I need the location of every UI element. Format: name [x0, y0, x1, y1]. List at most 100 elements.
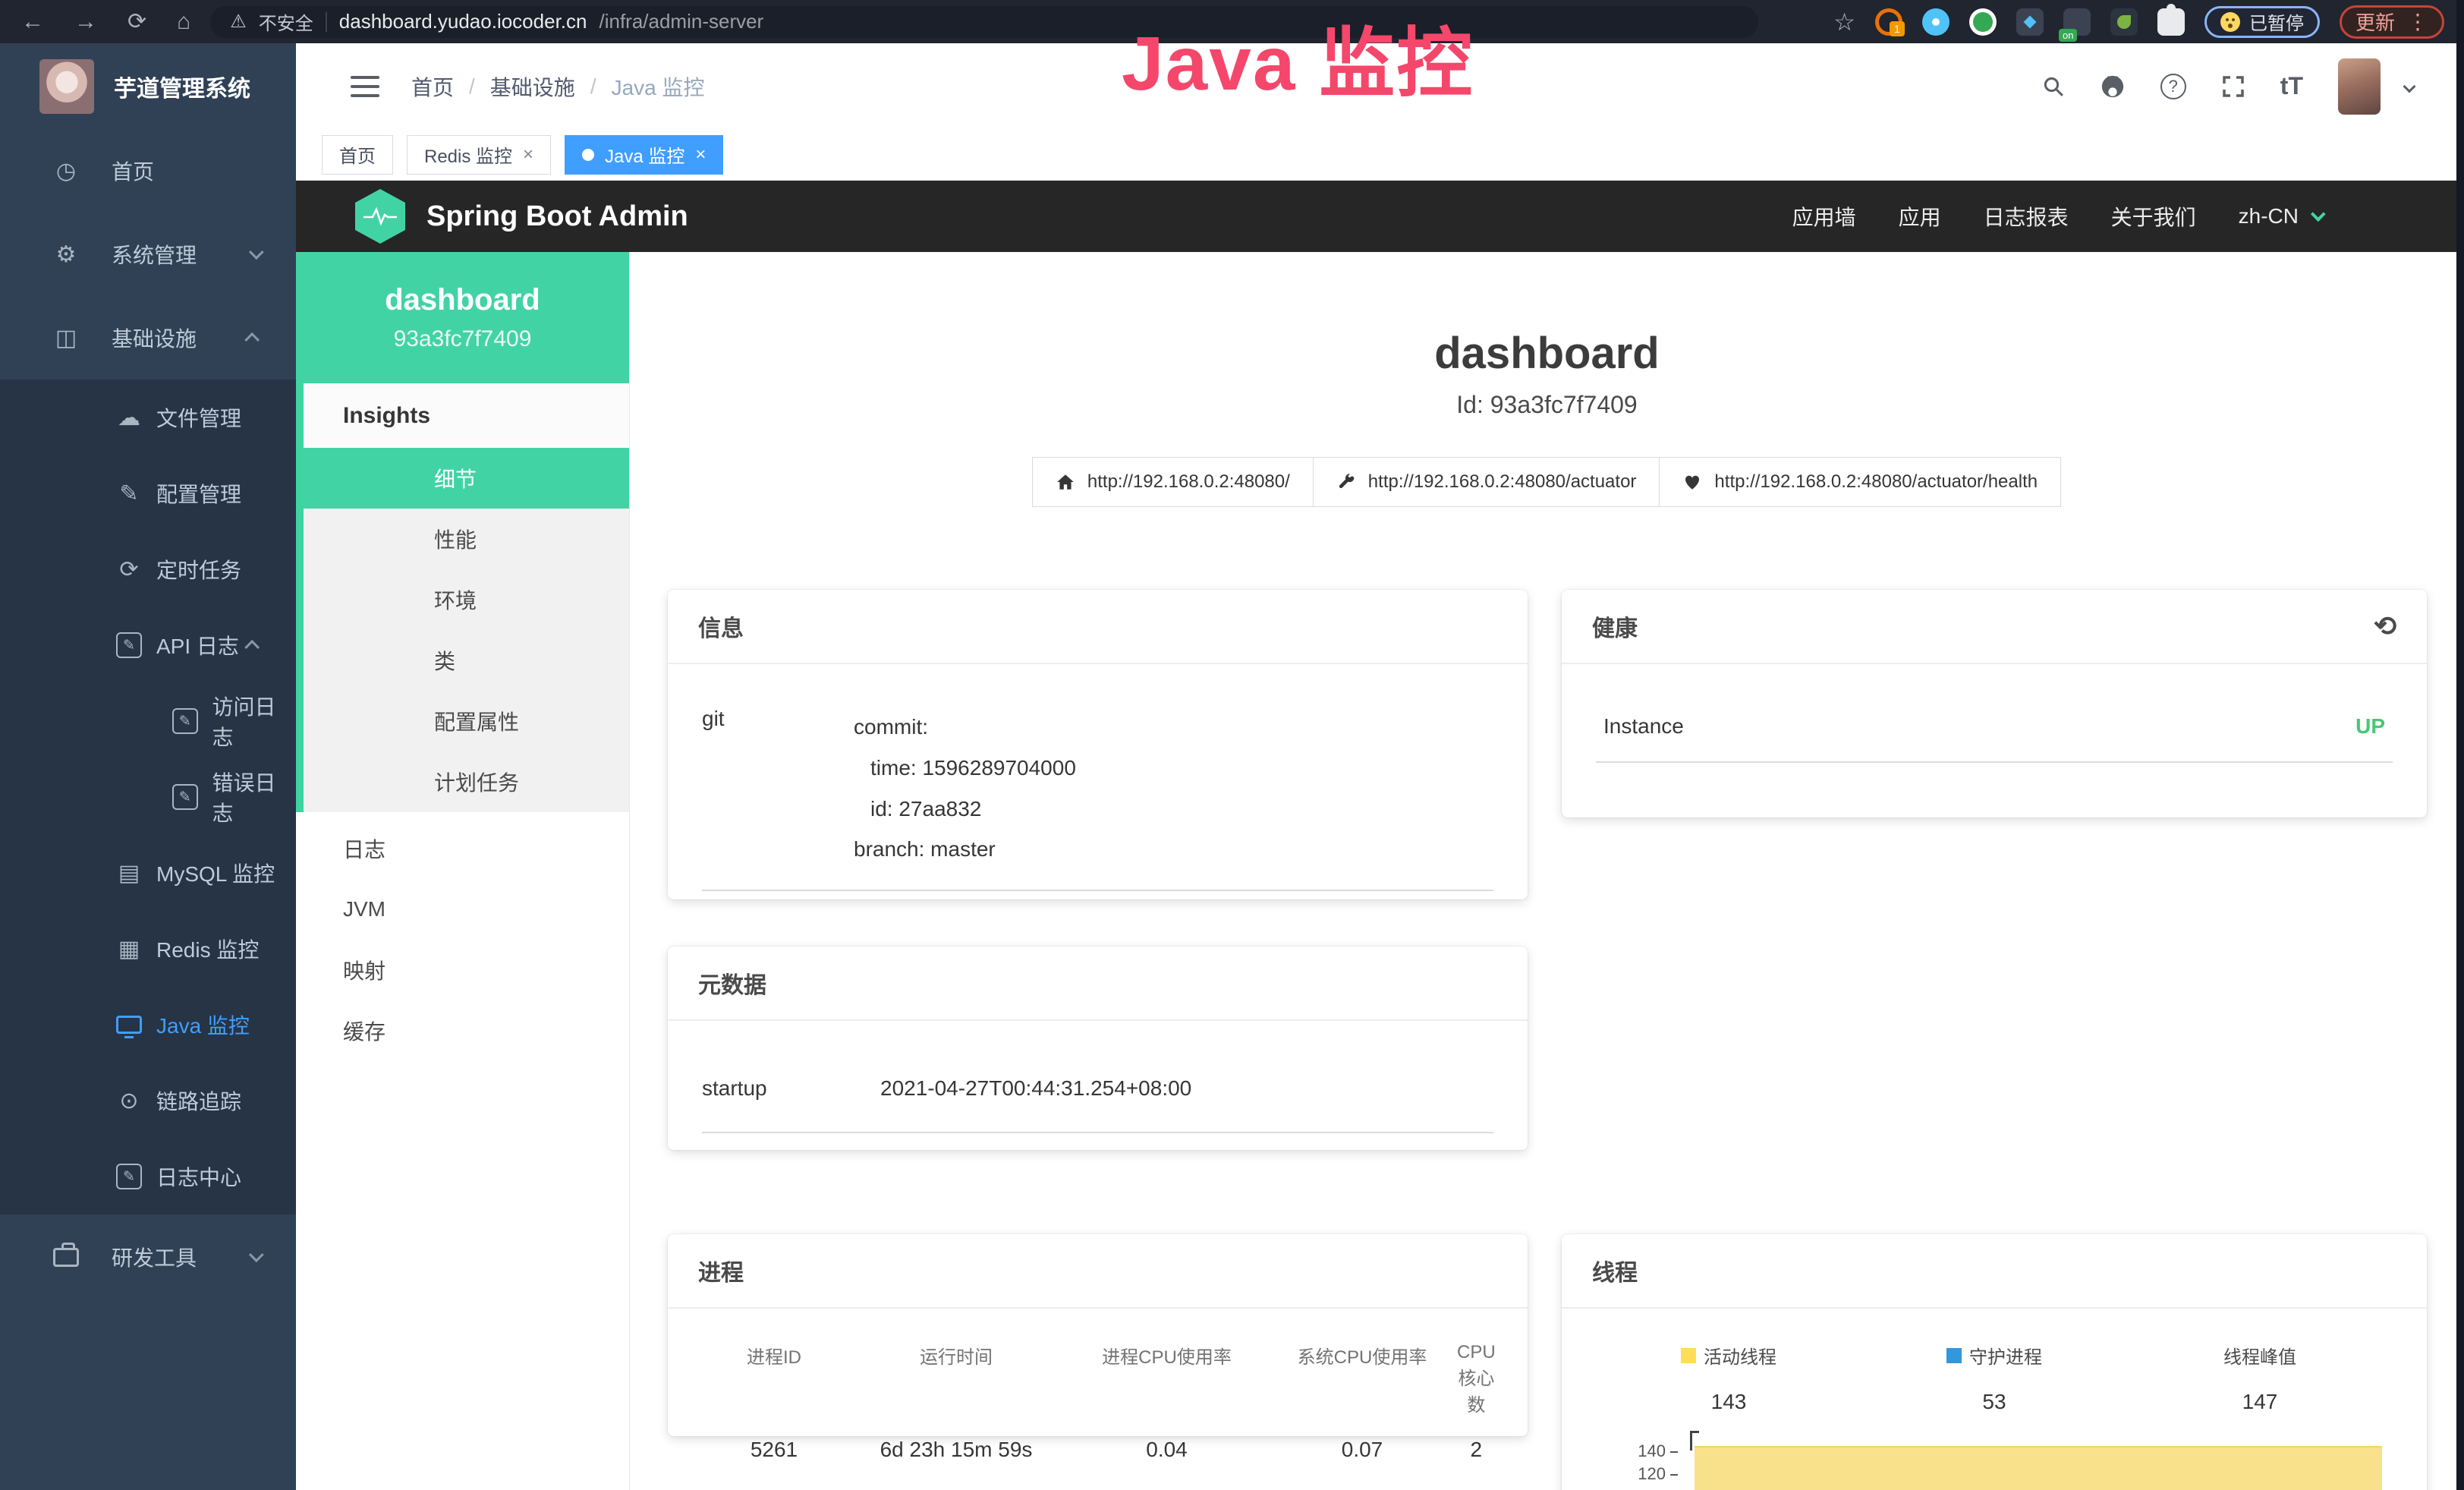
chevron-down-icon[interactable]: [2403, 80, 2416, 93]
search-icon[interactable]: [2042, 75, 2065, 98]
home-icon: [1056, 472, 1075, 492]
infrastructure-submenu: ☁ 文件管理 ✎ 配置管理 ⟳ 定时任务 ✎ API 日志 ✎ 访问日志 ✎: [0, 380, 296, 1214]
sidebar-item-trace[interactable]: ⊙ 链路追踪: [0, 1063, 296, 1139]
sidebar-item-redis[interactable]: ▦ Redis 监控: [0, 911, 296, 987]
menu-item-details[interactable]: 细节: [304, 448, 629, 509]
update-button[interactable]: 更新 ⋮: [2340, 5, 2444, 39]
app-header: 首页 / 基础设施 / Java 监控 ? tT: [296, 43, 2456, 129]
extension-icon-grid[interactable]: [2016, 8, 2044, 36]
tab-redis-monitor[interactable]: Redis 监控 ×: [407, 135, 551, 175]
menu-item-config-props[interactable]: 配置属性: [304, 691, 629, 751]
sidebar-item-config[interactable]: ✎ 配置管理: [0, 455, 296, 531]
reload-icon[interactable]: ⟳: [127, 8, 146, 35]
process-table: 进程ID 运行时间 进程CPU使用率 系统CPU使用率 CPU核心数 5261 …: [702, 1331, 1493, 1462]
tab-java-monitor[interactable]: Java 监控 ×: [565, 135, 723, 175]
security-label[interactable]: 不安全: [259, 8, 313, 35]
chevron-down-icon: [249, 1247, 264, 1262]
menu-item-classes[interactable]: 类: [304, 630, 629, 691]
history-icon[interactable]: ⟲: [2374, 613, 2396, 640]
chevron-down-icon: [249, 244, 264, 260]
github-icon[interactable]: [2100, 74, 2126, 99]
instance-name: dashboard: [385, 283, 540, 317]
extensions-puzzle-icon[interactable]: [2157, 8, 2185, 36]
menu-item-logs[interactable]: 日志: [296, 818, 629, 879]
log-pencil-icon: ✎: [112, 1164, 146, 1189]
menu-item-metrics[interactable]: 性能: [304, 509, 629, 569]
sidebar-item-mysql[interactable]: ▤ MySQL 监控: [0, 835, 296, 911]
fullscreen-icon[interactable]: [2221, 74, 2245, 99]
breadcrumb-infra[interactable]: 基础设施: [490, 71, 575, 102]
edit-icon: ✎: [112, 480, 146, 507]
sidebar-item-job[interactable]: ⟳ 定时任务: [0, 531, 296, 607]
threads-card-title: 线程: [1592, 1254, 1638, 1287]
sidebar-item-devtools[interactable]: 研发工具: [0, 1214, 296, 1299]
bookmark-star-icon[interactable]: ☆: [1833, 8, 1855, 36]
insights-group: Insights 细节 性能 环境 类 配置属性 计划任务: [296, 383, 629, 812]
threads-legend: 活动线程 守护进程 线程峰值 143 53 147: [1596, 1331, 2393, 1414]
monitor-icon: [112, 1016, 146, 1034]
close-icon[interactable]: ×: [523, 144, 533, 165]
sba-brand-title[interactable]: Spring Boot Admin: [426, 200, 688, 233]
sba-nav-wallboard[interactable]: 应用墙: [1792, 201, 1856, 232]
hamburger-icon[interactable]: [351, 76, 379, 97]
address-bar[interactable]: ⚠ 不安全 dashboard.yudao.iocoder.cn/infra/a…: [210, 6, 1758, 38]
tab-home[interactable]: 首页: [322, 135, 393, 175]
sba-nav-about[interactable]: 关于我们: [2111, 201, 2196, 232]
legend-daemon-threads: 守护进程: [1861, 1342, 2127, 1369]
breadcrumb-home[interactable]: 首页: [411, 71, 454, 102]
chevron-up-icon: [244, 332, 260, 348]
sidebar-item-java-monitor[interactable]: Java 监控: [0, 987, 296, 1063]
active-dot-icon: [582, 149, 594, 161]
gear-icon: ⚙: [49, 241, 83, 268]
font-size-icon[interactable]: tT: [2280, 72, 2303, 100]
extension-icon-pin[interactable]: [1922, 8, 1949, 36]
log-pencil-icon: ✎: [112, 632, 146, 658]
instance-header[interactable]: dashboard 93a3fc7f7409: [296, 252, 629, 383]
menu-item-mappings[interactable]: 映射: [296, 940, 629, 1000]
extension-icon-leaf[interactable]: [2110, 8, 2138, 36]
health-url-link[interactable]: http://192.168.0.2:48080/actuator/health: [1659, 457, 2061, 507]
database-icon: ▤: [112, 860, 146, 887]
help-icon[interactable]: ?: [2160, 74, 2186, 99]
sidebar-item-infrastructure[interactable]: ◫ 基础设施: [0, 296, 296, 380]
legend-live-threads: 活动线程: [1596, 1342, 1861, 1369]
threads-card: 线程 活动线程 守护进程 线程峰值 143 53 1: [1562, 1234, 2427, 1490]
menu-item-caches[interactable]: 缓存: [296, 1000, 629, 1061]
sidebar-item-log-center[interactable]: ✎ 日志中心: [0, 1139, 296, 1214]
sba-nav-applications[interactable]: 应用: [1899, 201, 1941, 232]
menu-item-jvm[interactable]: JVM: [296, 879, 629, 940]
extension-icon-green-circle[interactable]: [1969, 8, 1997, 36]
avatar[interactable]: [2338, 58, 2381, 115]
metadata-card: 元数据 startup 2021-04-27T00:44:31.254+08:0…: [668, 947, 1528, 1150]
menu-item-environment[interactable]: 环境: [304, 569, 629, 630]
actuator-url-link[interactable]: http://192.168.0.2:48080/actuator: [1313, 457, 1660, 507]
extension-icon-orange[interactable]: 1: [1875, 8, 1902, 36]
service-url-link[interactable]: http://192.168.0.2:48080/: [1032, 457, 1314, 507]
kebab-menu-icon[interactable]: ⋮: [2407, 9, 2428, 34]
sba-nav-journal[interactable]: 日志报表: [1984, 201, 2069, 232]
sidebar-item-api-log[interactable]: ✎ API 日志: [0, 607, 296, 683]
instance-id: 93a3fc7f7409: [394, 326, 532, 352]
sidebar-item-system[interactable]: ⚙ 系统管理: [0, 213, 296, 296]
sba-navbar: Spring Boot Admin 应用墙 应用 日志报表 关于我们 zh-CN: [296, 181, 2456, 252]
menu-item-scheduled-tasks[interactable]: 计划任务: [304, 751, 629, 812]
close-icon[interactable]: ×: [695, 144, 706, 165]
browser-chrome: ← → ⟳ ⌂ ⚠ 不安全 dashboard.yudao.iocoder.cn…: [0, 0, 2464, 43]
extension-icon-switch[interactable]: on: [2063, 8, 2091, 36]
app-logo-row[interactable]: 芋道管理系统: [0, 43, 296, 129]
breadcrumb: 首页 / 基础设施 / Java 监控: [411, 71, 705, 102]
timer-icon: ⟳: [112, 556, 146, 583]
git-info-row: git commit: time: 1596289704000 id: 27aa…: [702, 687, 1493, 891]
layers-icon: ▦: [112, 936, 146, 962]
home-icon[interactable]: ⌂: [177, 9, 190, 35]
sidebar-item-home[interactable]: ◷ 首页: [0, 129, 296, 213]
locale-select[interactable]: zh-CN: [2239, 204, 2321, 228]
sidebar-item-error-log[interactable]: ✎ 错误日志: [0, 759, 296, 835]
sba-logo-icon: [355, 189, 405, 244]
forward-icon[interactable]: →: [74, 9, 97, 35]
sidebar-item-file[interactable]: ☁ 文件管理: [0, 380, 296, 455]
paused-badge[interactable]: 已暂停: [2204, 6, 2320, 38]
back-icon[interactable]: ←: [21, 9, 44, 35]
sidebar-item-access-log[interactable]: ✎ 访问日志: [0, 683, 296, 759]
health-card-title: 健康: [1592, 610, 1638, 643]
